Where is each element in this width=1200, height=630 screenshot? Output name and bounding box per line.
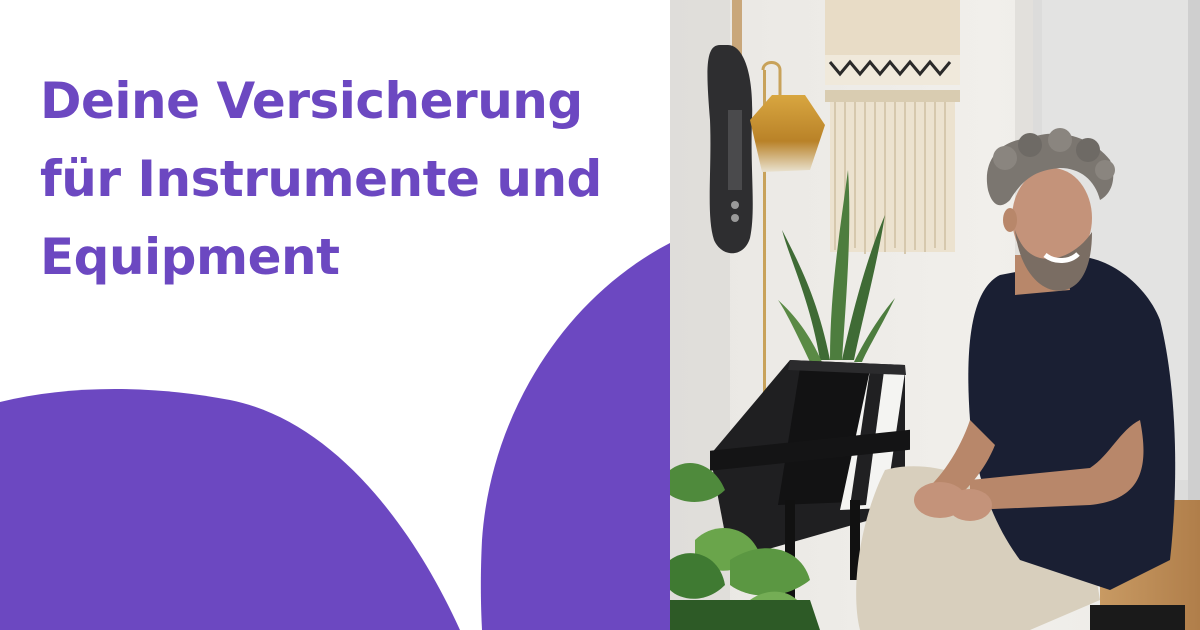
text-panel: Deine Versicherung für Instrumente und E… <box>0 0 670 630</box>
purple-circle-shape <box>0 388 460 630</box>
headline-line-3: Equipment <box>40 228 340 286</box>
headline: Deine Versicherung für Instrumente und E… <box>40 62 660 296</box>
door-edge <box>1188 0 1200 500</box>
photo-illustration <box>670 0 1200 630</box>
headline-line-1: Deine Versicherung <box>40 72 583 130</box>
purple-leaf-shape <box>480 243 670 630</box>
headline-line-2: für Instrumente und <box>40 150 602 208</box>
banner: Deine Versicherung für Instrumente und E… <box>0 0 1200 630</box>
hero-photo <box>670 0 1200 630</box>
